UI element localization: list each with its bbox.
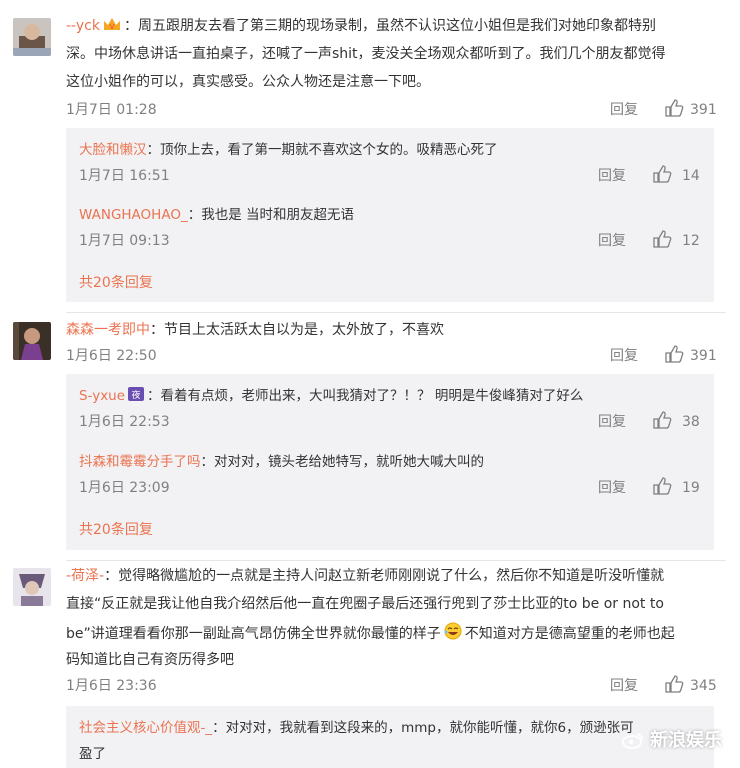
thumbs-up-icon — [653, 165, 672, 183]
like-count: 38 — [682, 414, 700, 430]
svg-text:V: V — [110, 23, 115, 31]
comment-text-segment: 不知道对方是德高望重的老师也起 — [464, 626, 675, 642]
divider — [66, 560, 726, 561]
more-replies-link[interactable]: 共20条回复 — [79, 272, 153, 292]
comment-username[interactable]: -荷泽- — [66, 568, 104, 584]
comment-time: 1月7日 01:28 — [66, 102, 157, 118]
comment-text-line: be”讲道理看看你那一副趾高气昂仿佛全世界就你最懂的样子 不知道对方是德高望重的老… — [66, 622, 675, 646]
thumbs-up-icon — [665, 345, 684, 363]
reply-list: S-yxue 夜 ：看着有点烦，老师出来，大叫我猜对了？！？ 明明是牛俊峰猜对了好么… — [66, 374, 714, 550]
comment-text: 森森一考即中：节目上太活跃太自以为是，太外放了，不喜欢 — [66, 320, 444, 340]
comment-time: 1月6日 23:36 — [66, 678, 157, 694]
reply-button[interactable]: 回复 — [610, 346, 638, 366]
reply-username[interactable]: 抖森和霉霉分手了吗 — [79, 454, 201, 470]
comment-username[interactable]: --yck — [66, 18, 100, 34]
reply-time: 1月6日 22:53 — [79, 414, 170, 430]
comment-time: 1月6日 22:50 — [66, 348, 157, 364]
reply-list: 大脸和懒汉：顶你上去，看了第一期就不喜欢这个女的。吸精恶心死了 1月7日 16:… — [66, 128, 714, 302]
reply-time: 1月6日 23:09 — [79, 480, 170, 496]
comment-text-line: 码知道比自己有资历得多吧 — [66, 652, 234, 668]
like-count: 345 — [690, 678, 717, 694]
reply-body: ：对对对，镜头老给她特写，就听她大喊大叫的 — [200, 454, 485, 470]
weibo-logo-icon — [621, 733, 643, 749]
reply-body: ：顶你上去，看了第一期就不喜欢这个女的。吸精恶心死了 — [146, 142, 498, 158]
comment-text-line: 深。中场休息讲话一直拍桌子，还喊了一声shit，麦没关全场观众都听到了。我们几个… — [66, 46, 666, 62]
like-count: 14 — [682, 168, 700, 184]
reply-text: 抖森和霉霉分手了吗：对对对，镜头老给她特写，就听她大喊大叫的 — [79, 452, 484, 472]
reply-time: 1月7日 16:51 — [79, 168, 170, 184]
watermark: 新浪娱乐 — [621, 726, 722, 752]
laughing-emoji-icon — [443, 622, 463, 646]
thumbs-up-icon — [665, 675, 684, 693]
reply-button[interactable]: 回复 — [610, 100, 638, 120]
reply-text: 大脸和懒汉：顶你上去，看了第一期就不喜欢这个女的。吸精恶心死了 — [79, 140, 498, 160]
reply-username[interactable]: WANGHAOHAO_ — [79, 207, 188, 223]
reply-username[interactable]: 社会主义核心价值观-_ — [79, 720, 212, 736]
member-badge-icon: 夜 — [127, 386, 145, 408]
avatar[interactable] — [13, 322, 51, 360]
reply-body: ：对对对，我就看到这段来的，mmp，就你能听懂，就你6，颁逊张可 — [212, 720, 634, 736]
comment-text-line: 直接“反正就是我让他自我介绍然后他一直在兜圈子最后还强行兜到了莎士比亚的to b… — [66, 596, 664, 612]
avatar[interactable] — [13, 18, 51, 56]
reply-button[interactable]: 回复 — [598, 478, 626, 498]
reply-text: S-yxue 夜 ：看着有点烦，老师出来，大叫我猜对了？！？ 明明是牛俊峰猜对了好么 — [79, 386, 583, 408]
vip-badge-icon: V — [102, 16, 122, 38]
reply-button[interactable]: 回复 — [610, 676, 638, 696]
reply-button[interactable]: 回复 — [598, 231, 626, 251]
comment-text-segment: be”讲道理看看你那一副趾高气昂仿佛全世界就你最懂的样子 — [66, 626, 441, 642]
comment-body: ：节目上太活跃太自以为是，太外放了，不喜欢 — [150, 322, 444, 338]
comment-body: ：觉得略微尴尬的一点就是主持人问赵立新老师刚刚说了什么，然后你不知道是听没听懂就 — [104, 568, 665, 584]
reply-time: 1月7日 09:13 — [79, 233, 170, 249]
divider — [66, 312, 726, 313]
comment-body: ：周五跟朋友去看了第三期的现场录制，虽然不认识这位小姐但是我们对她印象都特别 — [123, 18, 656, 34]
watermark-text: 新浪娱乐 — [650, 730, 722, 751]
thumbs-up-icon — [653, 477, 672, 495]
reply-text-line: 盈了 — [79, 746, 106, 762]
reply-username[interactable]: S-yxue — [79, 388, 125, 404]
reply-button[interactable]: 回复 — [598, 412, 626, 432]
reply-username[interactable]: 大脸和懒汉 — [79, 142, 147, 158]
reply-text: WANGHAOHAO_：我也是 当时和朋友超无语 — [79, 205, 354, 225]
reply-body: ：看着有点烦，老师出来，大叫我猜对了？！？ 明明是牛俊峰猜对了好么 — [147, 388, 584, 404]
avatar[interactable] — [13, 568, 51, 606]
comment-text: --yck V ：周五跟朋友去看了第三期的现场录制，虽然不认识这位小姐但是我们对她印… — [66, 16, 656, 38]
like-count: 391 — [690, 102, 717, 118]
thumbs-up-icon — [653, 230, 672, 248]
comment-text: -荷泽-：觉得略微尴尬的一点就是主持人问赵立新老师刚刚说了什么，然后你不知道是听… — [66, 566, 664, 586]
thumbs-up-icon — [665, 99, 684, 117]
reply-list: 社会主义核心价值观-_：对对对，我就看到这段来的，mmp，就你能听懂，就你6，颁… — [66, 706, 714, 768]
like-count: 19 — [682, 480, 700, 496]
like-count: 12 — [682, 233, 700, 249]
comment-text-line: 这位小姐作的可以，真实感受。公众人物还是注意一下吧。 — [66, 74, 430, 90]
like-count: 391 — [690, 348, 717, 364]
reply-body: ：我也是 当时和朋友超无语 — [187, 207, 355, 223]
svg-text:夜: 夜 — [132, 389, 141, 401]
comment-username[interactable]: 森森一考即中 — [66, 322, 150, 338]
reply-text: 社会主义核心价值观-_：对对对，我就看到这段来的，mmp，就你能听懂，就你6，颁… — [79, 718, 634, 738]
reply-button[interactable]: 回复 — [598, 166, 626, 186]
more-replies-link[interactable]: 共20条回复 — [79, 519, 153, 539]
thumbs-up-icon — [653, 411, 672, 429]
